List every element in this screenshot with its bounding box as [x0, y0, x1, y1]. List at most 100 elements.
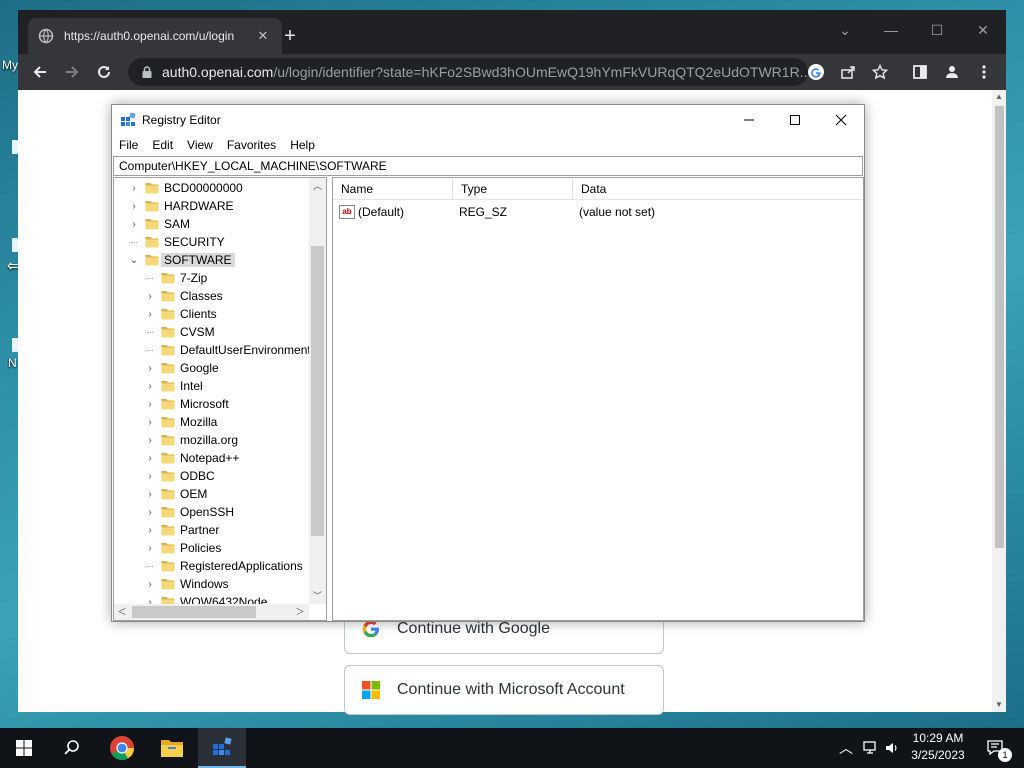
tray-overflow-chevron-icon[interactable]: ︿: [836, 728, 856, 768]
tree-item-clients[interactable]: › Clients: [143, 305, 216, 323]
column-header-name[interactable]: Name: [333, 178, 453, 200]
google-lens-icon[interactable]: [804, 60, 828, 84]
chevron-right-icon[interactable]: ›: [143, 507, 157, 518]
chevron-right-icon[interactable]: ›: [143, 453, 157, 464]
registry-key-tree[interactable]: › BCD00000000 › HARDWARE › SAM SECURITY ⌄ SOFTWA…: [113, 177, 327, 621]
tree-scroll-down-arrow[interactable]: ﹀: [309, 588, 326, 604]
scroll-down-arrow[interactable]: ▼: [992, 698, 1006, 712]
menu-view[interactable]: View: [187, 138, 213, 152]
tree-item-cvsm[interactable]: CVSM: [143, 323, 215, 341]
tree-item-openssh[interactable]: › OpenSSH: [143, 503, 234, 521]
tree-scroll-up-arrow[interactable]: ︿: [309, 178, 326, 194]
tree-item-label: SOFTWARE: [161, 253, 235, 267]
menu-help[interactable]: Help: [290, 138, 315, 152]
tree-item-windows[interactable]: › Windows: [143, 575, 228, 593]
tree-item-hardware[interactable]: › HARDWARE: [127, 197, 233, 215]
tree-item-odbc[interactable]: › ODBC: [143, 467, 214, 485]
scroll-up-arrow[interactable]: ▲: [992, 90, 1006, 104]
tree-item-policies[interactable]: › Policies: [143, 539, 221, 557]
chevron-right-icon[interactable]: ›: [143, 435, 157, 446]
taskbar-registry-editor[interactable]: [198, 728, 246, 768]
chevron-right-icon[interactable]: ›: [143, 381, 157, 392]
start-button[interactable]: [0, 728, 48, 768]
search-button[interactable]: [48, 728, 96, 768]
tree-item-registeredapplications[interactable]: RegisteredApplications: [143, 557, 303, 575]
tree-vertical-scroll-thumb[interactable]: [311, 246, 324, 536]
tree-item-google[interactable]: › Google: [143, 359, 218, 377]
page-scrollbar[interactable]: ▲ ▼: [992, 90, 1006, 712]
new-tab-button[interactable]: +: [278, 24, 302, 48]
close-icon[interactable]: ✕: [254, 28, 272, 44]
chevron-down-icon[interactable]: ⌄: [127, 255, 141, 266]
column-header-type[interactable]: Type: [453, 178, 573, 200]
menu-file[interactable]: File: [119, 138, 138, 152]
regedit-close-button[interactable]: [818, 105, 864, 135]
menu-favorites[interactable]: Favorites: [227, 138, 276, 152]
chevron-down-icon[interactable]: ⌄: [822, 16, 868, 44]
tree-item-security[interactable]: SECURITY: [127, 233, 225, 251]
taskbar-file-explorer[interactable]: [148, 728, 196, 768]
tree-item-intel[interactable]: › Intel: [143, 377, 202, 395]
page-scrollbar-thumb[interactable]: [995, 106, 1004, 548]
network-icon[interactable]: [860, 728, 882, 768]
tree-scroll-left-arrow[interactable]: ＜: [114, 604, 130, 620]
menu-edit[interactable]: Edit: [152, 138, 173, 152]
profile-icon[interactable]: [940, 60, 964, 84]
column-header-data[interactable]: Data: [573, 178, 861, 200]
share-icon[interactable]: [836, 60, 860, 84]
tree-item-oem[interactable]: › OEM: [143, 485, 207, 503]
tree-item-partner[interactable]: › Partner: [143, 521, 219, 539]
registry-values-list[interactable]: Name Type Data ab (Default) REG_SZ (value…: [332, 177, 864, 621]
maximize-button[interactable]: ☐: [914, 16, 960, 44]
taskbar-chrome[interactable]: [98, 728, 146, 768]
menu-kebab-icon[interactable]: [972, 60, 996, 84]
tree-item-mozilla[interactable]: › Mozilla: [143, 413, 217, 431]
tree-item-software[interactable]: ⌄ SOFTWARE: [127, 251, 235, 269]
folder-icon: [161, 451, 175, 465]
taskbar-clock[interactable]: 10:29 AM 3/25/2023: [902, 730, 974, 766]
notification-center-button[interactable]: 1: [978, 728, 1014, 768]
chevron-right-icon[interactable]: ›: [143, 525, 157, 536]
regedit-maximize-button[interactable]: [772, 105, 818, 135]
tree-item-notepad-[interactable]: › Notepad++: [143, 449, 239, 467]
lock-icon[interactable]: [140, 65, 154, 79]
close-window-button[interactable]: ✕: [960, 16, 1006, 44]
browser-tab[interactable]: https://auth0.openai.com/u/login ✕: [28, 18, 282, 54]
tree-vertical-scrollbar[interactable]: ︿ ﹀: [309, 178, 326, 604]
regedit-menu-bar: File Edit View Favorites Help: [112, 135, 864, 155]
chevron-right-icon[interactable]: ›: [127, 201, 141, 212]
chevron-right-icon[interactable]: ›: [143, 363, 157, 374]
side-panel-icon[interactable]: [908, 60, 932, 84]
chevron-right-icon[interactable]: ›: [143, 489, 157, 500]
forward-button[interactable]: [60, 60, 84, 84]
back-button[interactable]: [28, 60, 52, 84]
chevron-right-icon[interactable]: ›: [143, 579, 157, 590]
continue-with-microsoft-button[interactable]: Continue with Microsoft Account: [344, 665, 664, 715]
reload-button[interactable]: [92, 60, 116, 84]
bookmark-star-icon[interactable]: [868, 60, 892, 84]
chevron-right-icon[interactable]: ›: [143, 309, 157, 320]
value-row[interactable]: ab (Default) REG_SZ (value not set): [333, 202, 863, 222]
chevron-right-icon[interactable]: ›: [143, 291, 157, 302]
chevron-right-icon[interactable]: ›: [143, 471, 157, 482]
tree-item-microsoft[interactable]: › Microsoft: [143, 395, 228, 413]
address-bar[interactable]: auth0.openai.com/u/login/identifier?stat…: [128, 58, 808, 86]
regedit-address-bar[interactable]: Computer\HKEY_LOCAL_MACHINE\SOFTWARE: [113, 156, 863, 176]
tree-horizontal-scrollbar[interactable]: ＜ ＞: [114, 604, 309, 620]
regedit-minimize-button[interactable]: [726, 105, 772, 135]
tree-horizontal-scroll-thumb[interactable]: [132, 606, 256, 618]
tree-scroll-right-arrow[interactable]: ＞: [292, 604, 308, 620]
chevron-right-icon[interactable]: ›: [143, 543, 157, 554]
tree-item-defaultuserenvironment[interactable]: DefaultUserEnvironment: [143, 341, 311, 359]
chevron-right-icon[interactable]: ›: [143, 399, 157, 410]
tree-item-sam[interactable]: › SAM: [127, 215, 190, 233]
volume-icon[interactable]: [882, 728, 902, 768]
tree-item-mozilla-org[interactable]: › mozilla.org: [143, 431, 238, 449]
chevron-right-icon[interactable]: ›: [127, 183, 141, 194]
chevron-right-icon[interactable]: ›: [143, 417, 157, 428]
tree-item-classes[interactable]: › Classes: [143, 287, 222, 305]
chevron-right-icon[interactable]: ›: [127, 219, 141, 230]
minimize-button[interactable]: —: [868, 16, 914, 44]
tree-item-bcd00000000[interactable]: › BCD00000000: [127, 179, 242, 197]
desktop-label-2: N: [8, 356, 17, 370]
